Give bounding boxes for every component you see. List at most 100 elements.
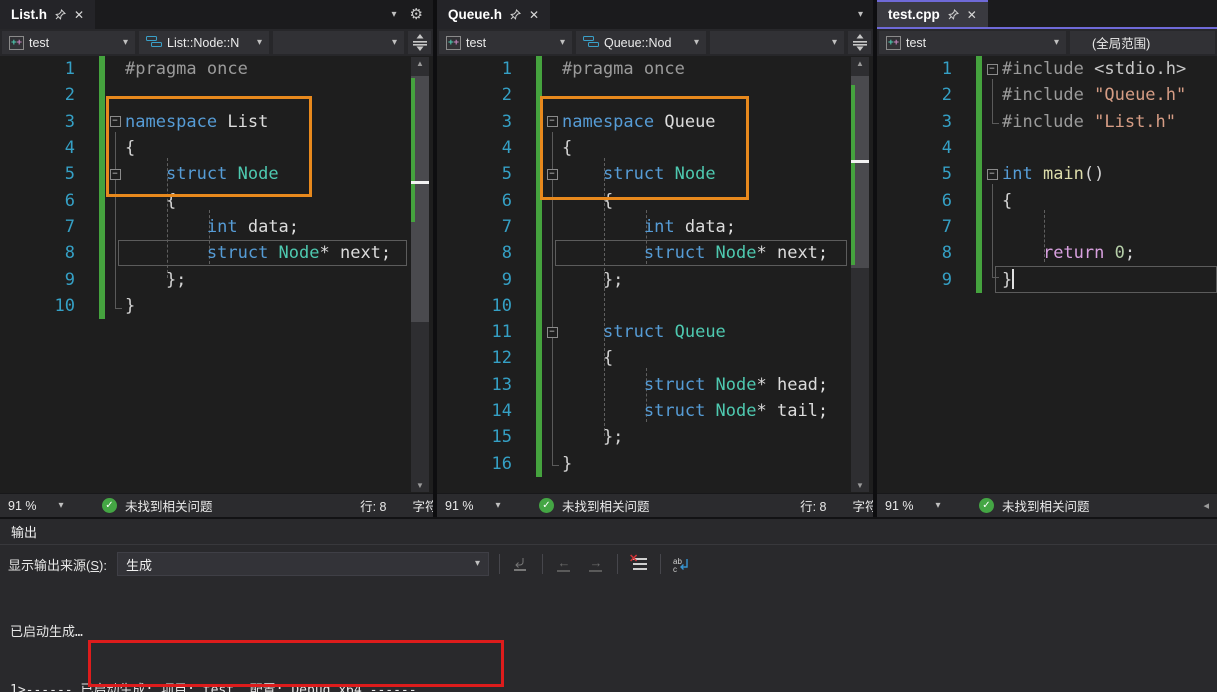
project-dropdown[interactable]: + + test ▾ bbox=[879, 31, 1066, 54]
code-line[interactable]: 16} bbox=[437, 450, 873, 477]
line-number[interactable]: 4 bbox=[877, 138, 952, 158]
code-line[interactable]: 10} bbox=[0, 292, 433, 319]
line-number[interactable]: 10 bbox=[0, 296, 75, 316]
scrollbar-up-icon[interactable]: ▲ bbox=[411, 59, 429, 68]
tab-list-h[interactable]: List.h ✕ bbox=[0, 0, 96, 29]
code-line[interactable]: 3 #include "List.h" bbox=[877, 108, 1217, 135]
code-line[interactable]: 11 − struct Queue bbox=[437, 318, 873, 346]
scrollbar-down-icon[interactable]: ▼ bbox=[411, 481, 429, 490]
code-line[interactable]: 14 struct Node* tail; bbox=[437, 397, 873, 425]
line-number[interactable]: 16 bbox=[437, 454, 512, 474]
scope-dropdown[interactable]: List::Node::N ▾ bbox=[139, 31, 269, 54]
fold-marker-icon[interactable]: − bbox=[986, 168, 998, 180]
code-line[interactable]: 9 }; bbox=[0, 266, 433, 293]
line-number[interactable]: 3 bbox=[877, 112, 952, 132]
line-number[interactable]: 10 bbox=[437, 296, 512, 316]
code-line[interactable]: 1 #pragma once bbox=[0, 56, 433, 83]
code-line[interactable]: 5 − struct Node bbox=[437, 161, 873, 188]
scroll-left-icon[interactable]: ◂ bbox=[1203, 499, 1209, 512]
line-number[interactable]: 1 bbox=[0, 59, 75, 79]
scrollbar-up-icon[interactable]: ▲ bbox=[851, 59, 869, 68]
code-line[interactable]: 4{ bbox=[437, 134, 873, 162]
code-line[interactable]: 6{ bbox=[877, 187, 1217, 214]
code-line[interactable]: 7 bbox=[877, 213, 1217, 241]
scope-dropdown[interactable]: Queue::Nod ▾ bbox=[576, 31, 706, 54]
split-editor-button[interactable] bbox=[408, 31, 431, 54]
tab-queue-h[interactable]: Queue.h ✕ bbox=[437, 0, 551, 29]
line-number[interactable]: 2 bbox=[0, 85, 75, 105]
line-number[interactable]: 9 bbox=[877, 270, 952, 290]
code-editor[interactable]: 1− #include <stdio.h> 2 #include "Queue.h" 3… bbox=[877, 56, 1217, 493]
close-icon[interactable]: ✕ bbox=[967, 8, 977, 22]
word-wrap-button[interactable]: ab c bbox=[671, 554, 693, 574]
project-dropdown[interactable]: + + test ▾ bbox=[439, 31, 572, 54]
pin-icon[interactable] bbox=[947, 9, 959, 20]
chevron-down-icon[interactable]: ▾ bbox=[858, 9, 863, 20]
close-icon[interactable]: ✕ bbox=[529, 8, 539, 22]
zoom-dropdown[interactable]: 91 % ▾ bbox=[445, 499, 513, 513]
clear-all-button[interactable]: ✕ bbox=[628, 553, 650, 574]
line-number[interactable]: 12 bbox=[437, 348, 512, 368]
output-log[interactable]: 已启动生成… 1>------ 已启动生成: 项目: test, 配置: Deb… bbox=[0, 583, 1217, 692]
line-number[interactable]: 9 bbox=[437, 270, 512, 290]
code-line[interactable]: 9} bbox=[877, 266, 1217, 293]
line-number[interactable]: 8 bbox=[877, 243, 952, 263]
previous-message-button[interactable]: ← bbox=[553, 554, 575, 574]
line-number[interactable]: 6 bbox=[0, 191, 75, 211]
line-number[interactable]: 8 bbox=[0, 243, 75, 263]
health-indicator[interactable]: ✓ 未找到相关问题 bbox=[979, 496, 1090, 515]
scope-dropdown[interactable]: (全局范围) bbox=[1070, 31, 1215, 54]
code-line[interactable]: 6 { bbox=[0, 187, 433, 214]
code-line[interactable]: 2 bbox=[437, 82, 873, 109]
line-number[interactable]: 3 bbox=[437, 112, 512, 132]
scrollbar-down-icon[interactable]: ▼ bbox=[851, 481, 869, 490]
line-number[interactable]: 5 bbox=[877, 164, 952, 184]
code-line[interactable]: 12 { bbox=[437, 345, 873, 372]
fold-marker-icon[interactable]: − bbox=[109, 116, 121, 128]
pin-icon[interactable] bbox=[55, 9, 66, 20]
goto-message-button[interactable] bbox=[510, 554, 532, 574]
code-line[interactable]: 5 − struct Node bbox=[0, 161, 433, 188]
chevron-down-icon[interactable]: ▾ bbox=[392, 9, 397, 20]
code-line[interactable]: 2 bbox=[0, 82, 433, 109]
line-number[interactable]: 14 bbox=[437, 401, 512, 421]
tab-test-cpp[interactable]: test.cpp ✕ bbox=[877, 0, 988, 27]
line-number[interactable]: 2 bbox=[437, 85, 512, 105]
pin-icon[interactable] bbox=[510, 9, 522, 20]
health-indicator[interactable]: ✓ 未找到相关问题 bbox=[539, 496, 650, 515]
code-line[interactable]: 7 int data; bbox=[437, 213, 873, 241]
fold-marker-icon[interactable]: − bbox=[546, 168, 558, 180]
line-number[interactable]: 7 bbox=[437, 217, 512, 237]
health-indicator[interactable]: ✓ 未找到相关问题 bbox=[102, 496, 213, 515]
code-line[interactable]: 7 int data; bbox=[0, 213, 433, 241]
next-message-button[interactable]: → bbox=[585, 554, 607, 574]
code-line[interactable]: 3 − namespace Queue bbox=[437, 108, 873, 135]
vertical-scrollbar[interactable]: ▲ ▼ bbox=[851, 57, 869, 492]
code-line[interactable]: 4{ bbox=[0, 134, 433, 162]
project-dropdown[interactable]: + + test ▾ bbox=[2, 31, 135, 54]
code-editor[interactable]: 1 #pragma once 2 3− namespace List 4{5− struc… bbox=[0, 56, 433, 493]
line-number[interactable]: 11 bbox=[437, 322, 512, 342]
line-number[interactable]: 4 bbox=[437, 138, 512, 158]
code-line[interactable]: 10 bbox=[437, 292, 873, 319]
line-number[interactable]: 3 bbox=[0, 112, 75, 132]
code-line[interactable]: 5 − int main() bbox=[877, 161, 1217, 188]
code-line[interactable]: 9 }; bbox=[437, 266, 873, 293]
line-number[interactable]: 5 bbox=[437, 164, 512, 184]
code-line[interactable]: 3 − namespace List bbox=[0, 108, 433, 135]
zoom-dropdown[interactable]: 91 % ▾ bbox=[8, 499, 76, 513]
member-dropdown[interactable]: ▾ bbox=[273, 31, 404, 54]
gear-icon[interactable]: ⚙ bbox=[410, 7, 423, 22]
code-line[interactable]: 8 return 0; bbox=[877, 240, 1217, 267]
vertical-scrollbar[interactable]: ▲ ▼ bbox=[411, 57, 429, 492]
zoom-dropdown[interactable]: 91 % ▾ bbox=[885, 499, 953, 513]
line-number[interactable]: 1 bbox=[877, 59, 952, 79]
line-number[interactable]: 2 bbox=[877, 85, 952, 105]
line-number[interactable]: 7 bbox=[0, 217, 75, 237]
fold-marker-icon[interactable]: − bbox=[546, 326, 558, 338]
line-number[interactable]: 1 bbox=[437, 59, 512, 79]
split-editor-button[interactable] bbox=[848, 31, 871, 54]
line-number[interactable]: 6 bbox=[877, 191, 952, 211]
code-line[interactable]: 8 struct Node* next; bbox=[437, 240, 873, 267]
line-number[interactable]: 5 bbox=[0, 164, 75, 184]
